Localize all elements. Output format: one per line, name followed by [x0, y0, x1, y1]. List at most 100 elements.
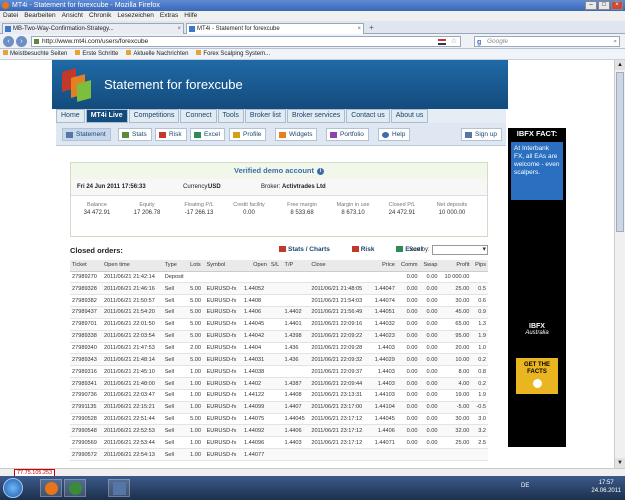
table-cell: [282, 365, 310, 379]
bookmark-most-visited[interactable]: Meistbesuchte Seiten: [3, 49, 67, 59]
close-tab-icon[interactable]: ×: [357, 24, 361, 34]
start-button[interactable]: [3, 478, 23, 498]
account-heading: Verified demo account i: [71, 163, 487, 179]
nav-about-us[interactable]: About us: [390, 109, 429, 123]
bookmark-news[interactable]: Aktuelle Nachrichten: [126, 49, 188, 59]
portfolio-button[interactable]: Portfolio: [326, 128, 369, 141]
menu-extras[interactable]: Extras: [160, 11, 178, 21]
forward-button[interactable]: ›: [16, 36, 27, 47]
table-cell: [242, 271, 269, 284]
mt4i-logo[interactable]: [62, 68, 92, 102]
excel-button[interactable]: Excel: [190, 128, 225, 141]
column-header[interactable]: Symbol: [204, 260, 243, 272]
table-cell: 65.00: [439, 318, 472, 331]
taskbar-metatrader[interactable]: [108, 479, 130, 497]
menu-bearbeiten[interactable]: Bearbeiten: [24, 11, 55, 21]
table-cell: 1.0: [471, 342, 488, 355]
search-input[interactable]: g Google ⌕: [474, 36, 620, 47]
statement-button[interactable]: Statement: [62, 128, 111, 141]
menu-datei[interactable]: Datei: [3, 11, 18, 21]
bookmark-forex-scalping[interactable]: Forex Scalping System...: [196, 49, 270, 59]
column-header[interactable]: Open: [242, 260, 269, 272]
bookmark-getting-started[interactable]: Erste Schritte: [75, 49, 118, 59]
nav-home[interactable]: Home: [56, 109, 85, 123]
table-cell: EURUSD-fx: [204, 424, 243, 438]
table-cell: 2011/06/21 21:54:03: [309, 294, 371, 308]
menu-ansicht[interactable]: Ansicht: [62, 11, 83, 21]
help-button[interactable]: Help: [378, 128, 411, 141]
profile-button[interactable]: Profile: [229, 128, 267, 141]
column-header[interactable]: Ticket: [70, 260, 102, 272]
taskbar-firefox[interactable]: [40, 479, 62, 497]
column-header[interactable]: Comm: [396, 260, 420, 272]
table-cell: 1.00: [188, 448, 205, 461]
nav-broker-services[interactable]: Broker services: [287, 109, 346, 123]
column-header[interactable]: Close: [309, 260, 371, 272]
table-cell: 1.4398: [282, 330, 310, 343]
table-cell: 2011/06/21 23:17:12: [309, 413, 371, 426]
table-cell: 27990528: [70, 413, 102, 426]
table-cell: 0.00: [396, 342, 420, 355]
menu-lesezeichen[interactable]: Lesezeichen: [117, 11, 154, 21]
column-header[interactable]: S/L: [268, 260, 283, 272]
scroll-thumb[interactable]: [616, 72, 624, 232]
ibfx-ad-banner[interactable]: IBFX FACT: At Interbank FX, all EAs are …: [508, 128, 566, 447]
column-header[interactable]: T/P: [282, 260, 310, 272]
close-tab-icon[interactable]: ×: [177, 24, 181, 34]
widgets-button[interactable]: Widgets: [275, 128, 318, 141]
table-cell: 0.00: [419, 318, 440, 331]
column-header[interactable]: Swap: [419, 260, 440, 272]
table-cell: 95.00: [439, 330, 472, 343]
sort-by-select[interactable]: [432, 245, 488, 255]
table-cell: [268, 377, 283, 390]
maximize-button[interactable]: □: [598, 1, 610, 10]
table-cell: 27990569: [70, 436, 102, 450]
language-indicator[interactable]: DE: [521, 483, 529, 489]
nav-broker-list[interactable]: Broker list: [244, 109, 286, 123]
nav-connect[interactable]: Connect: [180, 109, 217, 123]
column-header[interactable]: Pips: [471, 260, 488, 272]
column-header[interactable]: Profit: [439, 260, 472, 272]
menu-hilfe[interactable]: Hilfe: [184, 11, 197, 21]
nav-mt4i-live[interactable]: MT4i Live: [85, 109, 128, 123]
taskbar-app[interactable]: [64, 479, 86, 497]
get-the-facts-button[interactable]: GET THE FACTS: [516, 358, 558, 394]
table-cell: EURUSD-fx: [204, 294, 243, 308]
risk-link[interactable]: Risk: [351, 246, 385, 253]
table-cell: 3.0: [471, 413, 488, 426]
stats-charts-link[interactable]: Stats / Charts: [279, 246, 340, 253]
scroll-down-icon[interactable]: ▼: [615, 458, 625, 468]
stat-floating-pl: Floating P/L -17 266.13: [184, 202, 214, 216]
menu-chronik[interactable]: Chronik: [89, 11, 111, 21]
scroll-up-icon[interactable]: ▲: [615, 60, 625, 70]
search-icon[interactable]: ⌕: [613, 37, 617, 46]
nav-tools[interactable]: Tools: [217, 109, 244, 123]
table-cell: 2011/06/21 21:48:00: [101, 377, 163, 390]
bookmark-star-icon[interactable]: ☆: [451, 37, 457, 46]
table-cell: Sell: [162, 401, 189, 414]
column-header[interactable]: Type: [162, 260, 189, 272]
column-header[interactable]: Open time: [101, 260, 163, 272]
column-header[interactable]: Price: [370, 260, 397, 272]
close-button[interactable]: ×: [611, 1, 623, 10]
column-header[interactable]: Lots: [188, 260, 205, 272]
tab-mb-strategy[interactable]: MB-Two-Way-Confirmation-Strategy... ×: [2, 23, 184, 34]
risk-button[interactable]: Risk: [155, 128, 187, 141]
table-cell: 0.00: [396, 306, 420, 319]
minimize-button[interactable]: –: [585, 1, 597, 10]
vertical-scrollbar[interactable]: ▲ ▼: [614, 60, 625, 468]
sign-up-button[interactable]: Sign up: [461, 128, 503, 141]
system-clock[interactable]: 17:57 24.06.2011: [591, 479, 621, 495]
new-tab-button[interactable]: +: [367, 24, 376, 33]
nav-competitions[interactable]: Competitions: [128, 109, 180, 123]
table-cell: 0.00: [396, 271, 420, 284]
table-cell: [268, 389, 283, 402]
nav-contact-us[interactable]: Contact us: [346, 109, 390, 123]
stats-button[interactable]: Stats: [118, 128, 152, 141]
tab-mt4i-statement[interactable]: MT4i - Statement for forexcube ×: [186, 23, 364, 34]
url-bar[interactable]: http://www.mt4i.com/users/forexcube ☆: [31, 36, 461, 47]
table-cell: 2011/06/21 21:47:53: [101, 342, 163, 355]
info-icon[interactable]: i: [317, 168, 325, 175]
table-cell: EURUSD-fx: [204, 282, 243, 296]
back-button[interactable]: ‹: [3, 36, 14, 47]
